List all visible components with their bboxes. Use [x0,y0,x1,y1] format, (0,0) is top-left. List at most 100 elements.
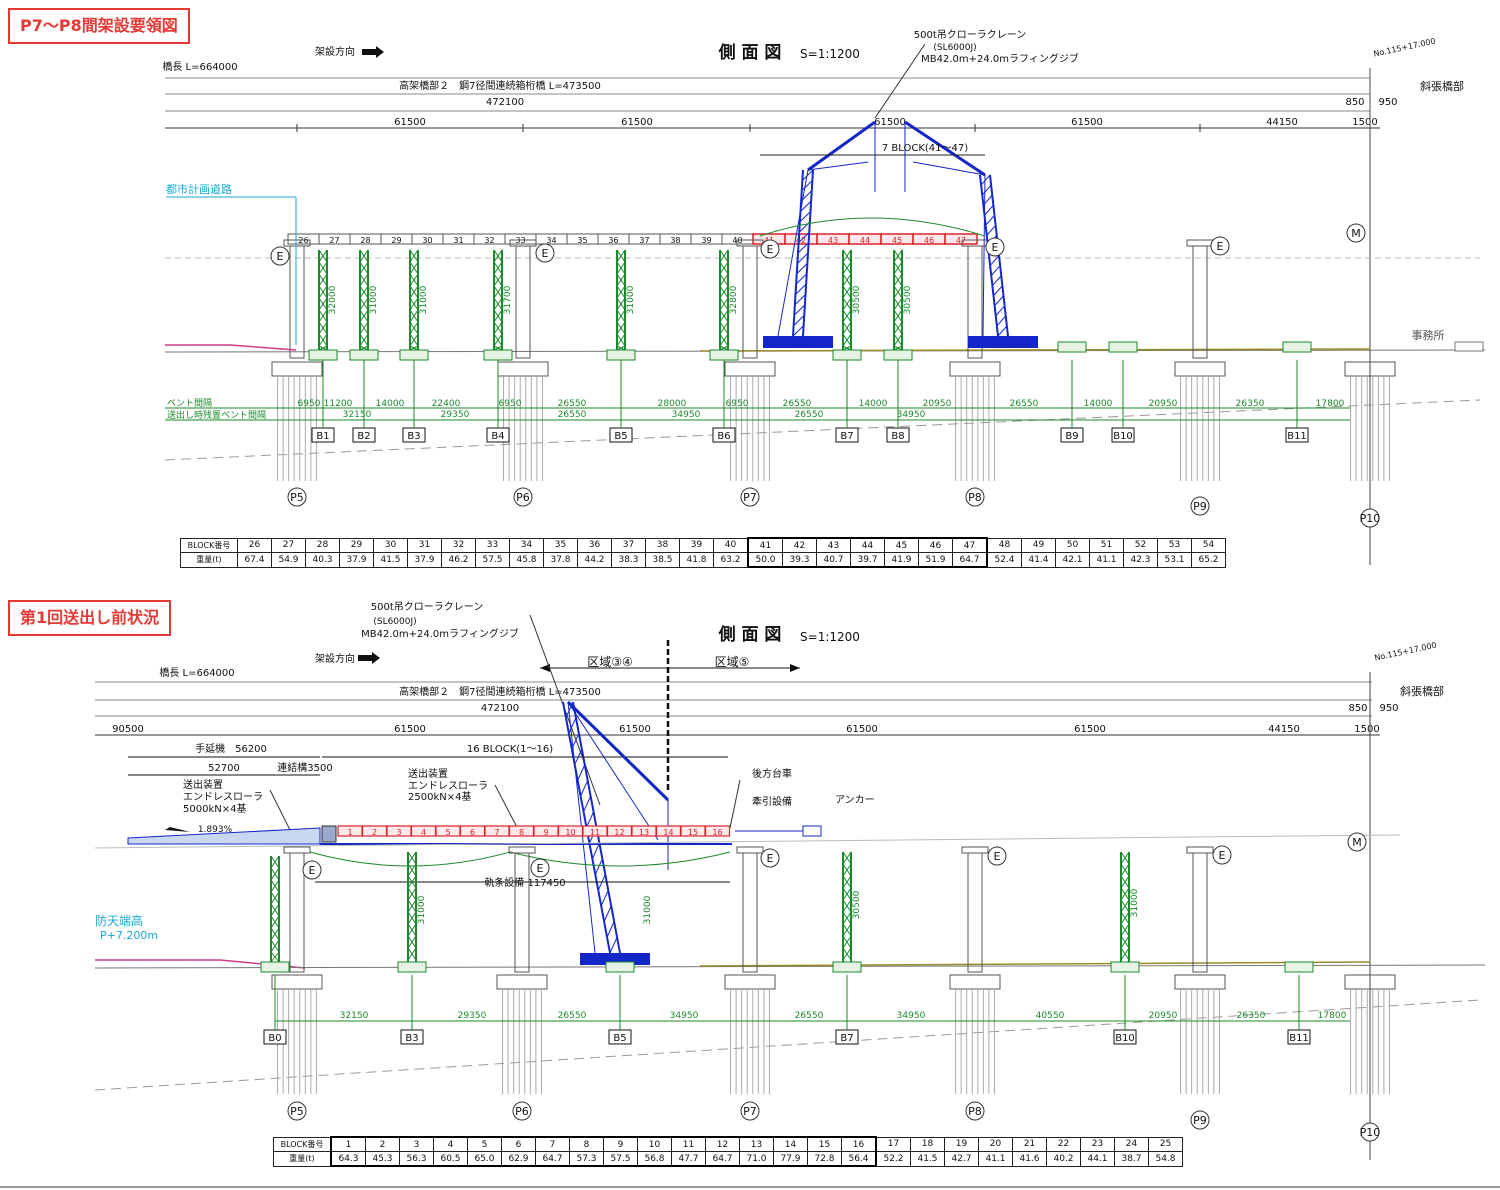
table-cell: 51 [1089,537,1124,553]
table-cell: 44 [850,537,885,553]
bent-height: 31000 [643,895,653,924]
pier-footing [949,361,1001,481]
girder-label: 高架橋部２ 鋼7径間連続箱桁橋 L=473500 [399,685,601,698]
table-cell: 5 [467,1136,502,1152]
deck-block-number: 8 [519,828,524,837]
deck-block-number: 14 [663,828,673,837]
table-cell: 41.1 [1089,552,1124,568]
expansion-joint-mark: E [994,850,1001,863]
zone-label: 区域③④ [587,655,633,669]
bent-spacing-dim: 17800 [1318,1011,1347,1021]
table-cell: 3 [399,1136,434,1152]
deck-block-number: 39 [701,236,711,245]
zone-label: 区域⑤ [715,655,750,669]
launch-bent-dim: 29350 [441,410,470,420]
pier-column [961,846,989,973]
table-cell: 41.5 [910,1151,945,1167]
bent-spacing-dim: 28000 [658,399,687,409]
bent-spacing-dim: 32150 [340,1011,369,1021]
table-cell: 65.2 [1191,552,1226,568]
table-cell: 57.3 [569,1151,604,1167]
bent-height: 31000 [419,285,429,314]
deck-block-number: 6 [470,828,475,837]
bent-label: B10 [1115,1033,1135,1044]
fixed-bearing-mark: M [1352,836,1362,849]
overall-dimension: 472100 [486,97,524,108]
bent-spacing-dim: 34950 [670,1011,699,1021]
span-dim: 1500 [1352,117,1377,128]
office-building [1454,341,1484,352]
pier-label: P5 [290,491,304,504]
bent-height: 31000 [626,285,636,314]
overall-dimension: 472100 [481,703,519,714]
deck-block-number: 28 [360,236,370,245]
table-cell: 31 [407,537,442,553]
table-row-block-numbers: BLOCK番号 1 2 3 4 5 6 7 8 9 10 11 12 13 14 15 16 17 18 19 20 21… [273,1136,1183,1152]
bent-pad [832,961,862,973]
table-cell: 14 [773,1136,808,1152]
cable-stayed-label: 斜張橋部 [1400,684,1444,698]
table-cell: 29 [339,537,374,553]
table-cell: 41.5 [373,552,408,568]
table-cell: 53 [1157,537,1192,553]
table-cell: 30 [373,537,408,553]
bent-label: B2 [357,431,370,442]
table-cell: 47.7 [671,1151,706,1167]
span-dim: 44150 [1266,117,1298,128]
bent-pad [308,349,338,361]
table-cell: 49 [1021,537,1056,553]
expansion-joint-mark: E [1219,849,1226,862]
table-cell: 37.8 [543,552,578,568]
dim-850: 850 [1348,703,1367,714]
table-cell: 10 [637,1136,672,1152]
bent-tower [318,249,328,351]
table-row-header: 重量(t) [180,552,238,568]
bent-spacing-dim: 26550 [783,399,812,409]
bridge-length: 橋長 L=664000 [159,666,234,679]
expansion-joint-mark: E [767,243,774,256]
bent-label: B5 [613,1033,626,1044]
bridge-length: 橋長 L=664000 [162,60,237,73]
table-cell: 46 [918,537,953,553]
erection-direction-label: 架設方向 [315,652,355,665]
launch-nose-label: 手延機 56200 [195,742,267,755]
span-dim: 61500 [394,117,426,128]
deck-block-number: 2 [372,828,377,837]
table-cell: 39 [679,537,714,553]
table-cell: 43 [816,537,851,553]
launcher-label: 2500kN×4基 [408,790,471,803]
anchor-label: アンカー [835,794,875,806]
table-cell: 41 [747,537,783,553]
wave-height-value: P+7.200m [100,929,158,942]
table-cell: 42.3 [1123,552,1158,568]
table-cell: 34 [509,537,544,553]
deck-block-number: 9 [543,828,548,837]
bent-label: B3 [405,1033,418,1044]
table-cell: 15 [807,1136,842,1152]
table-cell: 64.7 [952,552,988,568]
pier-label: P7 [743,491,757,504]
table-cell: 52.4 [986,552,1022,568]
launch-block-label: 16 BLOCK(1〜16) [467,744,553,755]
link-girder-label: 連結構3500 [277,761,332,774]
bent-tower [1120,851,1130,962]
table-cell: 1 [330,1136,366,1152]
table-cell: 60.5 [433,1151,468,1167]
pier-label: P8 [968,1105,982,1118]
deck-block-number: 4 [421,828,426,837]
table-cell: 2 [365,1136,400,1152]
bent-pad [1110,961,1140,973]
table-cell: 41.9 [884,552,919,568]
pier-label: P10 [1360,512,1381,525]
table-row-block-numbers: BLOCK番号 26 27 28 29 30 31 32 33 34 35 36 37 38 39 40 41 4… [180,537,1226,553]
expansion-joint-mark: E [277,250,284,263]
table-cell: 27 [271,537,306,553]
rear-bogie-label: 後方台車 [752,767,792,780]
pier-label: P9 [1193,500,1207,513]
span-dim: 61500 [874,117,906,128]
launch-bent-dim: 34950 [897,410,926,420]
launcher-label: 送出装置 [183,778,223,791]
table-cell: 46.2 [441,552,476,568]
deck-block-number: 10 [565,828,575,837]
bent-spacing-dim: 26350 [1237,1011,1266,1021]
